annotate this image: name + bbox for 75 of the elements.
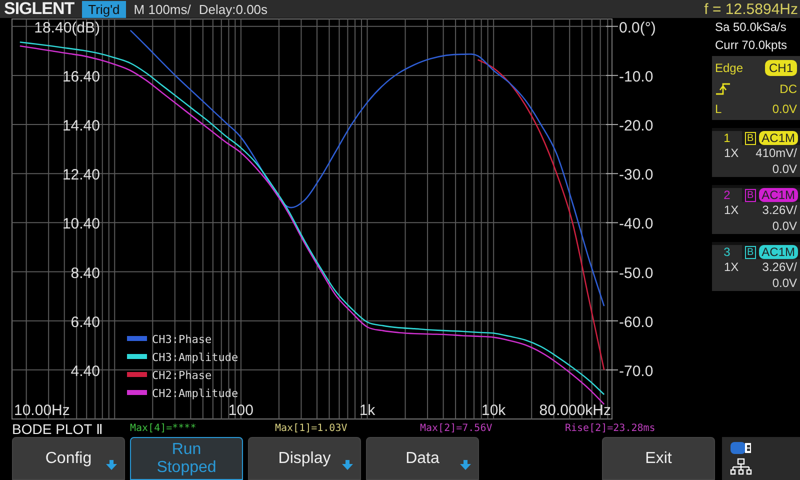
softkey[interactable]: Exit xyxy=(602,437,715,480)
axis-label: 100 xyxy=(228,402,254,419)
axis-label: -60.0 xyxy=(619,314,654,331)
trigger-status: Trig'd xyxy=(82,0,126,18)
timebase-label: M 100ms/ xyxy=(134,2,191,16)
vertical-offset: 0.0V xyxy=(772,276,797,290)
vertical-offset: 0.0V xyxy=(772,162,797,176)
legend-label: CH2:Phase xyxy=(152,369,212,382)
axis-label: -40.0 xyxy=(619,216,654,233)
mode-label: BODE PLOT Ⅱ xyxy=(12,420,104,436)
memory-depth: Curr 70.0kpts xyxy=(714,37,788,54)
network-icon xyxy=(730,458,752,476)
axis-label: 12.40 xyxy=(62,166,100,184)
channel-panel[interactable]: 1 B AC1M 1X 410mV/ 0.0V xyxy=(712,128,800,177)
channel-panel[interactable]: 2 B AC1M 1X 3.26V/ 0.0V xyxy=(712,185,800,234)
usb-icon xyxy=(730,441,752,455)
legend-label: CH2:Amplitude xyxy=(152,387,238,400)
bandwidth-limit-badge: B xyxy=(745,188,756,202)
bandwidth-limit-badge: B xyxy=(745,132,756,144)
probe-ratio: 1X xyxy=(724,146,739,160)
legend-label: CH3:Amplitude xyxy=(152,351,238,364)
channel-number: 2 xyxy=(712,188,742,202)
coupling-badge: AC1M xyxy=(758,188,798,202)
vertical-scale: 3.26V/ xyxy=(762,260,797,274)
stop-frequency-label: 80.000kHz xyxy=(539,402,611,419)
trigger-coupling: DC xyxy=(780,82,797,96)
menu-key[interactable]: Display xyxy=(248,437,361,480)
axis-label: 14.40 xyxy=(62,118,100,135)
legend-label: CH3:Phase xyxy=(152,333,212,346)
measurement-readout: Max[4]=**** xyxy=(130,423,198,434)
brand-logo: SIGLENT xyxy=(4,0,74,19)
trigger-type: Edge xyxy=(715,61,744,75)
channel-number: 3 xyxy=(712,245,742,259)
measurement-readout: Max[1]=1.03V xyxy=(275,423,348,434)
axis-label: -50.0 xyxy=(619,264,654,282)
measurement-readout: Rise[2]=23.28ms xyxy=(565,423,656,434)
probe-ratio: 1X xyxy=(724,203,739,217)
frequency-readout: f = 12.5894Hz xyxy=(704,0,799,18)
menu-key[interactable]: Config xyxy=(12,437,125,480)
axis-label: 18.40(dB) xyxy=(34,19,100,36)
coupling-badge: AC1M xyxy=(758,245,798,259)
trigger-source: CH1 xyxy=(764,60,797,76)
axis-label: 16.40 xyxy=(62,68,100,86)
axis-label: -10.0 xyxy=(619,68,654,86)
rising-edge-icon xyxy=(715,82,731,96)
channel-panel[interactable]: 3 B AC1M 1X 3.26V/ 0.0V xyxy=(712,242,800,291)
down-arrow-icon xyxy=(342,460,353,470)
axis-label: 4.40 xyxy=(70,362,100,380)
channel-number: 1 xyxy=(712,131,742,145)
axis-label: 8.40 xyxy=(70,264,100,282)
vertical-scale: 410mV/ xyxy=(756,146,797,160)
down-arrow-icon xyxy=(460,460,471,470)
down-arrow-icon xyxy=(106,460,117,470)
axis-label: 10k xyxy=(481,402,506,419)
axis-label: 6.40 xyxy=(70,314,100,331)
axis-label: -20.0 xyxy=(619,118,654,135)
trigger-level: 0.0V xyxy=(772,102,797,116)
vertical-scale: 3.26V/ xyxy=(762,203,797,217)
axis-label: 1k xyxy=(359,402,376,419)
sample-rate: Sa 50.0kSa/s xyxy=(714,19,788,36)
menu-key[interactable]: Data xyxy=(366,437,479,480)
coupling-badge: AC1M xyxy=(758,131,798,145)
vertical-offset: 0.0V xyxy=(772,219,797,233)
axis-label: 0.0(°) xyxy=(619,19,656,36)
axis-label: 10.40 xyxy=(62,216,100,233)
probe-ratio: 1X xyxy=(724,260,739,274)
trigger-level-label: L xyxy=(715,102,722,116)
axis-label: -70.0 xyxy=(619,362,654,380)
axis-label: -30.0 xyxy=(619,166,654,184)
trigger-panel[interactable]: Edge CH1 DC L 0.0V xyxy=(712,56,800,120)
bandwidth-limit-badge: B xyxy=(745,246,756,258)
measurement-readout: Max[2]=7.56V xyxy=(420,423,494,434)
start-frequency-label: 10.00Hz xyxy=(14,402,70,419)
delay-label: Delay:0.00s xyxy=(198,2,268,16)
run-stop-key[interactable]: Run Stopped xyxy=(130,437,243,480)
